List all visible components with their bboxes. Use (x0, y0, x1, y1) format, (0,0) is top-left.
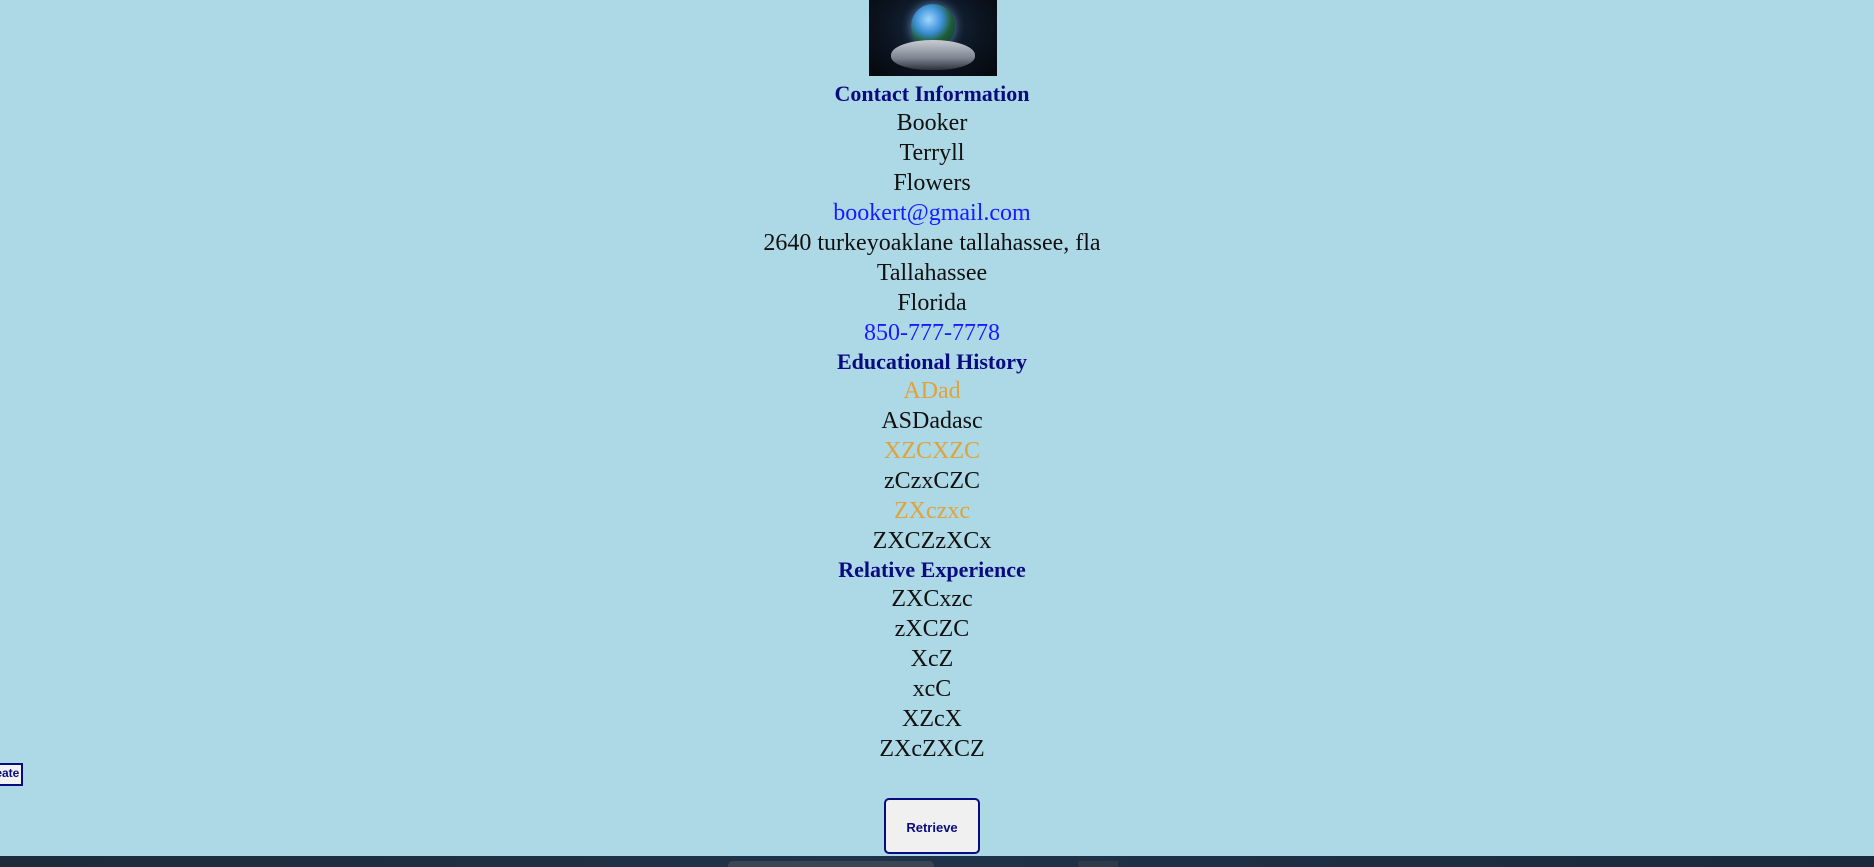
taskbar-app-icon[interactable] (1078, 861, 1118, 867)
experience-item-4: xcC (912, 676, 952, 702)
taskbar-search-box[interactable] (728, 861, 934, 867)
create-button[interactable]: Create (0, 763, 24, 786)
globe-in-hands-icon (869, 0, 997, 76)
taskbar (0, 856, 1874, 867)
education-school-2: XZCXZC (884, 438, 980, 464)
retrieve-button[interactable]: Retrieve (884, 798, 980, 854)
experience-item-1: ZXCxzc (891, 586, 973, 612)
contact-heading: Contact Information (834, 81, 1030, 106)
create-button-label: Create (0, 766, 20, 780)
education-heading: Educational History (836, 349, 1028, 374)
education-school-3: ZXczxc (894, 498, 970, 524)
education-detail-3: ZXCZzXCx (872, 528, 992, 554)
education-school-1: ADad (903, 378, 961, 404)
phone-link[interactable]: 850-777-7778 (0, 318, 1864, 348)
resume-content: Contact Information Booker Terryll Flowe… (0, 80, 1864, 764)
city: Tallahassee (876, 260, 988, 286)
experience-item-6: ZXcZXCZ (879, 736, 985, 762)
education-detail-2: zCzxCZC (884, 468, 980, 494)
experience-heading: Relative Experience (838, 557, 1026, 582)
email-link[interactable]: bookert@gmail.com (0, 198, 1864, 228)
middle-name: Terryll (899, 140, 965, 166)
hands-shape (891, 40, 975, 70)
experience-item-2: zXCZC (894, 616, 970, 642)
state: Florida (897, 290, 967, 316)
experience-item-5: XZcX (902, 706, 962, 732)
experience-item-3: XcZ (910, 646, 954, 672)
last-name: Flowers (893, 170, 971, 196)
resume-page: Contact Information Booker Terryll Flowe… (0, 0, 1874, 867)
education-detail-1: ASDadasc (881, 408, 983, 434)
street-address: 2640 turkeyoaklane tallahassee, fla (763, 230, 1101, 256)
first-name: Booker (896, 110, 968, 136)
